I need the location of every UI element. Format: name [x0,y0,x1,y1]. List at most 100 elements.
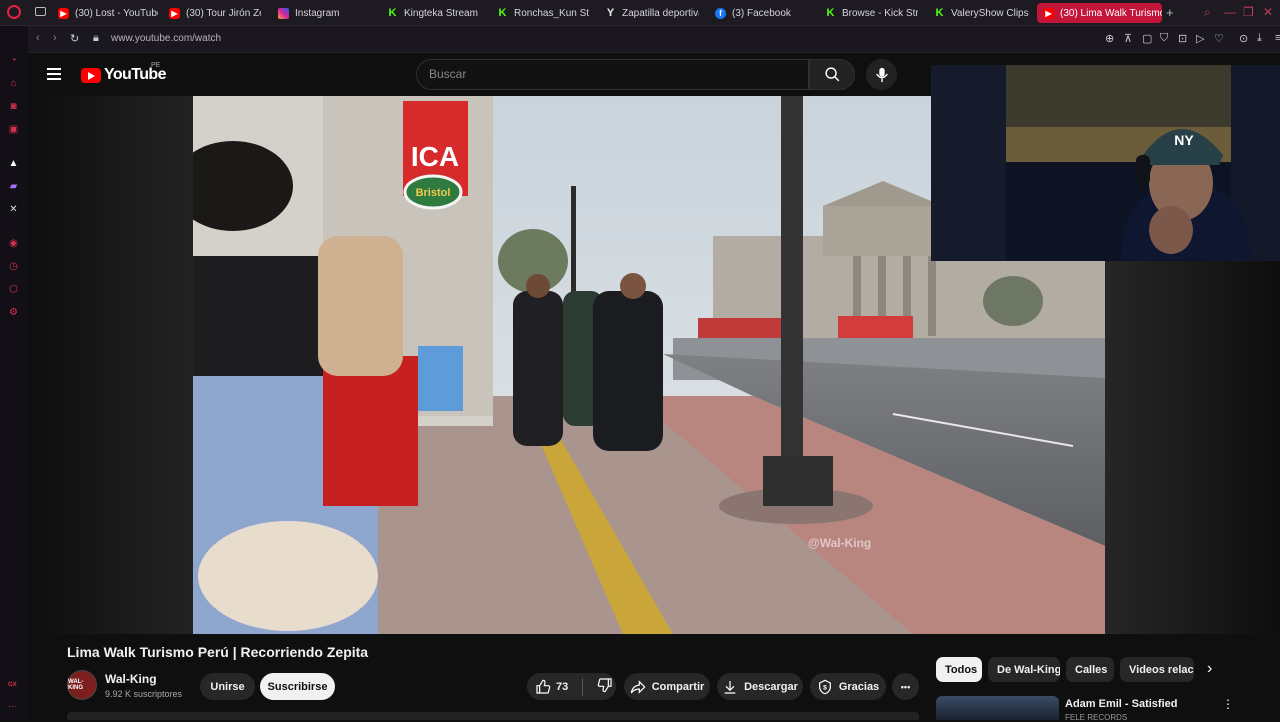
chip-all[interactable]: Todos [936,657,982,682]
pin-icon[interactable]: ⊼ [1124,32,1132,45]
subscribe-label: Suscribirse [267,680,328,693]
instagram-icon [278,7,289,19]
tab-6[interactable]: f (3) Facebook [715,3,805,23]
settings-icon[interactable]: ⚙ [7,306,20,319]
youtube-icon: ▶ [169,7,180,19]
extensions-icon[interactable]: ⬡ [7,283,20,296]
facebook-icon: f [715,7,726,19]
tab-2[interactable]: Instagram [278,3,378,23]
close-icon[interactable]: ✕ [1263,5,1273,19]
like-count: 73 [556,680,569,693]
related-video-title[interactable]: Adam Emil - Satisfied [1065,698,1177,710]
bookmark-icon[interactable]: ⊡ [1178,32,1187,45]
kick-icon: K [935,7,944,19]
tab-manager-icon[interactable] [35,7,46,16]
minimize-icon[interactable]: — [1224,5,1236,19]
video-title: Lima Walk Turismo Perú | Recorriendo Zep… [67,644,369,660]
tab-4[interactable]: K Ronchas_Kun Strean [497,3,589,23]
like-button[interactable]: 73 [535,679,568,695]
channel-avatar[interactable]: WAL-KING [67,670,97,700]
tab-7[interactable]: K Browse - Kick Strea [825,3,918,23]
x-twitter-icon[interactable]: ✕ [7,203,20,216]
microphone-icon [875,67,888,82]
tab-0[interactable]: ▶ (30) Lost - YouTube [58,3,158,23]
thumbs-up-icon [536,679,551,694]
dislike-button[interactable] [597,677,613,696]
maximize-icon[interactable]: ❐ [1243,5,1254,19]
tab-label: (3) Facebook [732,7,791,19]
search-icon [824,67,839,82]
tab-9-active[interactable]: ▶ (30) Lima Walk Turismo P [1037,3,1162,23]
gx-control-icon[interactable]: ◔ [7,54,20,67]
voice-search-button[interactable] [866,59,897,90]
video-watermark: @Wal-King [808,536,872,550]
subscribe-button[interactable]: Suscribirse [260,673,335,700]
tab-label: Instagram [295,7,340,19]
mail-icon[interactable]: ▣ [7,123,20,136]
aria-icon[interactable]: ▲ [7,157,20,170]
more-icon[interactable]: ··· [8,701,17,711]
shop-sign-text: ICA [411,141,459,172]
share-label: Compartir [651,680,705,693]
browser-sidebar: ◔ ⌂ ◙ ▣ ▲ ▰ ✕ ◉ ◷ ⬡ ⚙ GX ··· [0,26,28,720]
chevron-right-icon[interactable]: › [1207,660,1212,678]
webcam-frame: NY [931,65,1280,261]
related-video-channel: FELE RECORDS [1065,713,1128,722]
share-icon [630,679,646,694]
wallet-icon[interactable]: ⊙ [1239,32,1248,45]
description-box[interactable] [67,712,919,720]
country-code: PE [151,62,161,69]
url-field[interactable]: www.youtube.com/watch [111,33,221,44]
chip-label: Calles [1075,663,1108,676]
related-more-icon[interactable]: ⋮ [1222,697,1234,711]
join-button[interactable]: Unirse [200,673,255,700]
kick-icon: K [388,7,397,19]
download-icon[interactable]: ⤓ [1257,32,1262,45]
tab-5[interactable]: Y Zapatilla deportiva L [605,3,699,23]
thanks-button[interactable]: $ Gracias [810,673,886,700]
chip-related[interactable]: Videos relacionados [1120,657,1194,682]
back-icon[interactable]: ‹ [36,32,40,44]
history-icon[interactable]: ◷ [7,260,20,273]
related-video-thumbnail[interactable] [936,696,1059,720]
chip-from-channel[interactable]: De Wal-King [988,657,1060,682]
search-button[interactable] [809,59,855,90]
player-icon[interactable]: ◉ [7,237,20,250]
lock-icon: 🔒︎ [93,32,99,44]
download-button[interactable]: Descargar [717,673,803,700]
menu-icon[interactable]: ≡ [1275,32,1280,44]
chip-streets[interactable]: Calles [1066,657,1114,682]
player-control-icon[interactable]: ▷ [1196,32,1204,45]
hamburger-menu-icon[interactable] [47,68,61,80]
search-tabs-icon[interactable]: ⌕ [1204,5,1211,20]
forward-icon[interactable]: › [53,32,57,44]
channel-name[interactable]: Wal-King [105,672,157,686]
reload-icon[interactable]: ↻ [70,32,79,45]
kick-icon: K [826,7,835,19]
tab-label: Kingteka Stream - W [404,7,481,19]
tab-3[interactable]: K Kingteka Stream - W [387,3,481,23]
lv-icon: Y [606,7,615,19]
more-actions-button[interactable]: ••• [892,673,919,700]
share-button[interactable]: Compartir [624,673,710,700]
download-label: Descargar [744,680,798,693]
opera-logo-icon[interactable] [7,5,21,19]
new-tab-button[interactable]: + [1166,5,1174,20]
tab-8[interactable]: K ValeryShow Clips - [934,3,1030,23]
messenger-icon[interactable]: ◙ [7,100,20,113]
like-divider [582,677,584,696]
vpn-icon[interactable]: ⛉ [1160,32,1168,45]
search-input[interactable]: Buscar [416,59,809,90]
thumbs-down-icon [597,678,612,693]
zoom-icon[interactable]: ⊕ [1105,32,1114,45]
gx-corner-icon[interactable]: ⌂ [7,77,20,90]
chip-label: De Wal-King [997,663,1060,676]
twitch-icon[interactable]: ▰ [7,180,20,193]
chip-label: Videos relacionados [1129,663,1194,676]
tab-label: Zapatilla deportiva L [622,7,699,19]
browser-tab-bar: ▶ (30) Lost - YouTube ▶ (30) Tour Jirón … [0,0,1280,26]
heart-icon[interactable]: ♡ [1214,32,1224,45]
snapshot-icon[interactable]: ▢ [1142,32,1152,45]
tab-1[interactable]: ▶ (30) Tour Jirón Zepi [169,3,261,23]
tab-label: Browse - Kick Strea [842,7,918,19]
